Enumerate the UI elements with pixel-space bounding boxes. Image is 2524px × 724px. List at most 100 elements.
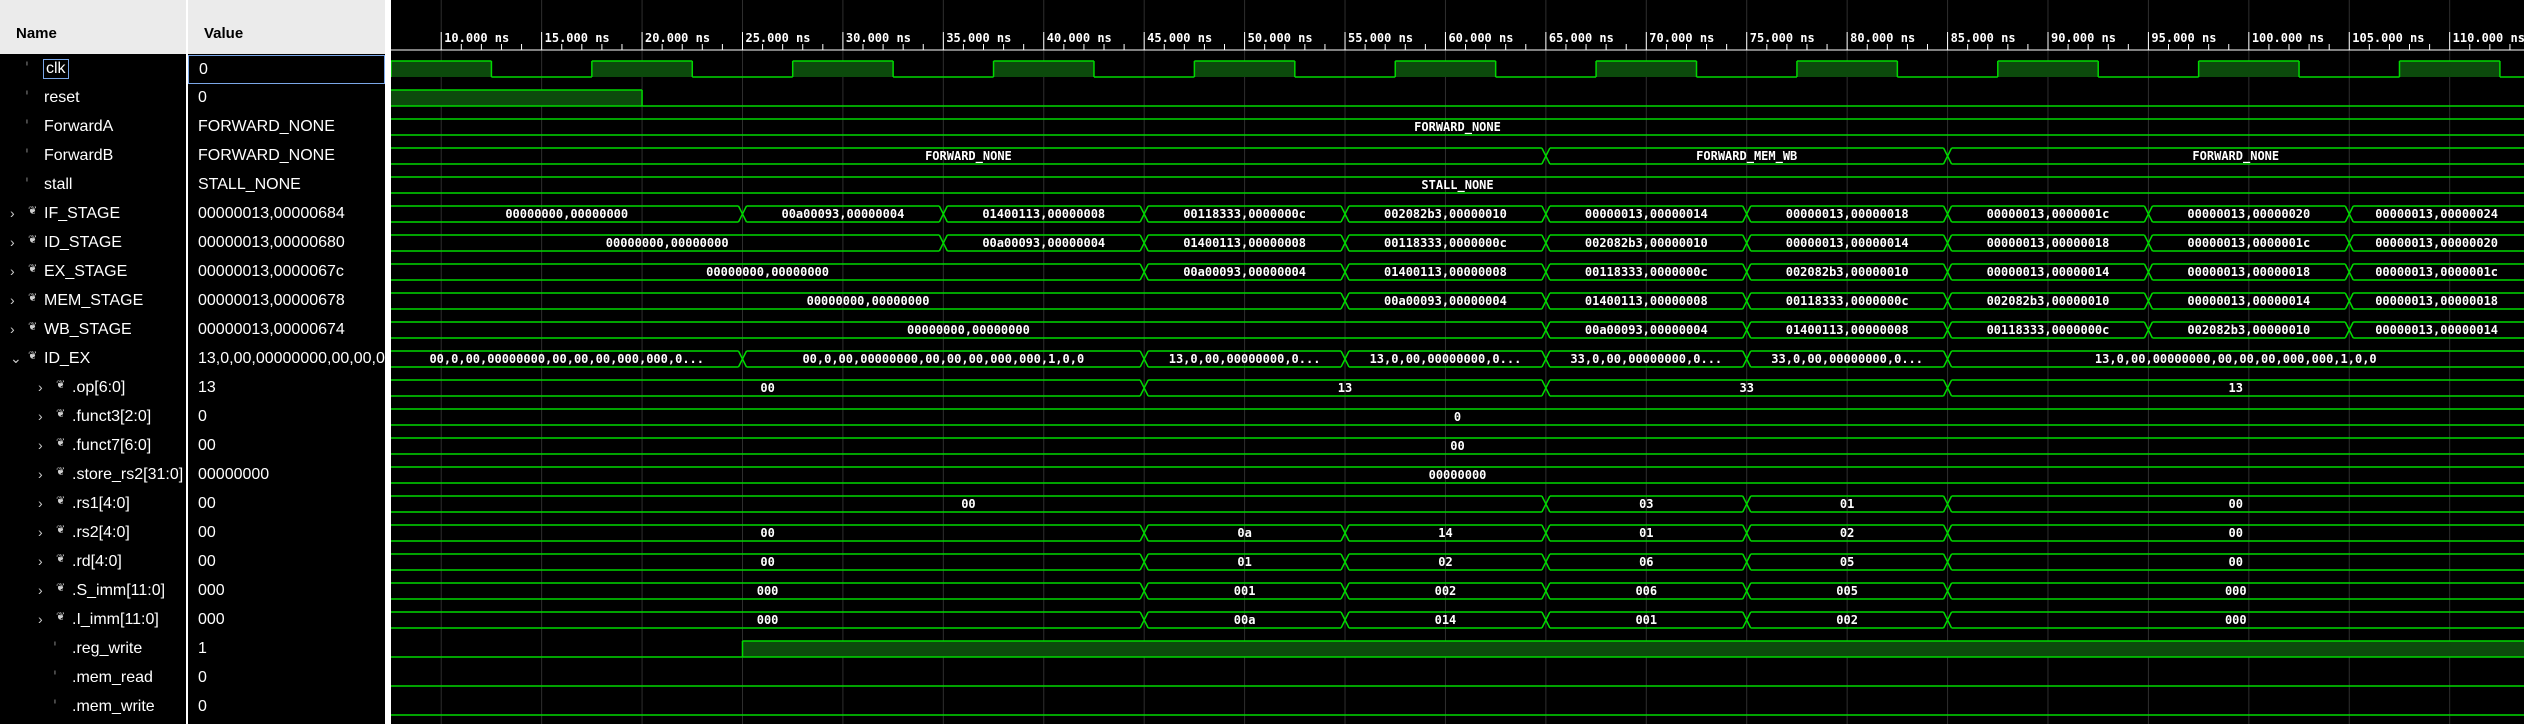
expand-chevron-icon[interactable]: ›	[38, 553, 43, 569]
signal-value-row[interactable]: 00000013,00000678	[188, 287, 385, 316]
signal-value-row[interactable]: 0	[188, 84, 385, 113]
signal-row-mem-stage[interactable]: › ❦ MEM_STAGE	[0, 287, 186, 316]
signal-row-rd-4-0[interactable]: › ❦ .rd[4:0]	[0, 548, 186, 577]
bus-value-label: 00	[760, 555, 774, 569]
signal-value-row[interactable]: 0	[188, 55, 385, 84]
signal-row-s-imm-11-0[interactable]: › ❦ .S_imm[11:0]	[0, 577, 186, 606]
signal-row-mem-read[interactable]: ⁱ .mem_read	[0, 664, 186, 693]
wave-op-6-0: 00 13 33 13	[391, 379, 2524, 397]
waveform-canvas[interactable]: 10.000 ns 15.000 ns 20.000 ns 25.000 ns 30.0…	[391, 0, 2524, 724]
signal-value: 00	[198, 524, 216, 541]
signal-value-row[interactable]: 00000013,00000684	[188, 200, 385, 229]
signal-value-row[interactable]: FORWARD_NONE	[188, 142, 385, 171]
bus-icon: ❦	[56, 495, 66, 507]
signal-row-clk[interactable]: ⁱ clk	[0, 55, 186, 84]
expand-chevron-icon[interactable]: ›	[38, 466, 43, 482]
signal-value-row[interactable]: 00	[188, 548, 385, 577]
wave-stall: STALL_NONE	[391, 176, 2524, 194]
expand-chevron-icon[interactable]: ›	[38, 408, 43, 424]
signal-row-forwarda[interactable]: ⁱ ForwardA	[0, 113, 186, 142]
signal-row-store-rs2-31-0[interactable]: › ❦ .store_rs2[31:0]	[0, 461, 186, 490]
clock-high-fill	[1395, 61, 1496, 77]
signal-value-row[interactable]: FORWARD_NONE	[188, 113, 385, 142]
bus-value-label: 002082b3,00000010	[1786, 265, 1909, 279]
collapse-chevron-icon[interactable]: ⌄	[10, 350, 22, 367]
signal-name: .S_imm[11:0]	[72, 582, 166, 599]
signal-value: 00000013,00000684	[198, 205, 345, 222]
signal-row-funct7-6-0[interactable]: › ❦ .funct7[6:0]	[0, 432, 186, 461]
wave-clk	[391, 60, 2524, 78]
waveform-view[interactable]: 10.000 ns 15.000 ns 20.000 ns 25.000 ns 30.0…	[391, 0, 2524, 724]
signal-name: .rd[4:0]	[72, 553, 122, 570]
signal-name: ForwardB	[44, 147, 114, 164]
signal-row-id-stage[interactable]: › ❦ ID_STAGE	[0, 229, 186, 258]
expand-chevron-icon[interactable]: ›	[38, 495, 43, 511]
signal-value: 00	[198, 495, 216, 512]
signal-row-id-ex[interactable]: ⌄ ❦ ID_EX	[0, 345, 186, 374]
signal-value-row[interactable]: 00	[188, 519, 385, 548]
signal-value-row[interactable]: STALL_NONE	[188, 171, 385, 200]
expand-chevron-icon[interactable]: ›	[38, 524, 43, 540]
signal-value-row[interactable]: 00000013,00000680	[188, 229, 385, 258]
bus-value-label: 002082b3,00000010	[2187, 323, 2310, 337]
signal-row-if-stage[interactable]: › ❦ IF_STAGE	[0, 200, 186, 229]
signal-row-reset[interactable]: ⁱ reset	[0, 84, 186, 113]
signal-row-mem-write[interactable]: ⁱ .mem_write	[0, 693, 186, 722]
signal-row-funct3-2-0[interactable]: › ❦ .funct3[2:0]	[0, 403, 186, 432]
signal-row-stall[interactable]: ⁱ stall	[0, 171, 186, 200]
signal-name: .op[6:0]	[72, 379, 126, 396]
value-column-header[interactable]: Value	[188, 0, 385, 54]
signal-value-row[interactable]: 000	[188, 606, 385, 635]
expand-chevron-icon[interactable]: ›	[10, 205, 15, 221]
wave-if-stage: 00000000,00000000 00a00093,00000004 014001…	[391, 205, 2524, 223]
signal-value-row[interactable]: 000	[188, 577, 385, 606]
signal-row-op-6-0[interactable]: › ❦ .op[6:0]	[0, 374, 186, 403]
bus-value-label: 00000013,00000014	[1987, 265, 2110, 279]
signal-row-ex-stage[interactable]: › ❦ EX_STAGE	[0, 258, 186, 287]
signal-value-row[interactable]: 00000013,00000674	[188, 316, 385, 345]
signal-row-rs2-4-0[interactable]: › ❦ .rs2[4:0]	[0, 519, 186, 548]
bus-value-label: 00a00093,00000004	[781, 207, 904, 221]
bus-value-label: 00a	[1234, 613, 1256, 627]
signal-value-row[interactable]: 0	[188, 693, 385, 722]
expand-chevron-icon[interactable]: ›	[10, 321, 15, 337]
signal-row-reg-write[interactable]: ⁱ .reg_write	[0, 635, 186, 664]
wave-i-imm-11-0: 000 00a 014 001 002 000	[391, 611, 2524, 629]
bus-value-label: 05	[1840, 555, 1854, 569]
bus-value-label: 00000013,00000018	[1987, 236, 2110, 250]
expand-chevron-icon[interactable]: ›	[38, 379, 43, 395]
expand-chevron-icon[interactable]: ›	[10, 234, 15, 250]
expand-chevron-icon[interactable]: ›	[38, 437, 43, 453]
signal-value-row[interactable]: 13	[188, 374, 385, 403]
signal-row-i-imm-11-0[interactable]: › ❦ .I_imm[11:0]	[0, 606, 186, 635]
bus-icon: ❦	[56, 379, 66, 391]
clock-high-fill	[2198, 61, 2300, 77]
signal-name-panel: Name ⁱ clk ⁱ reset ⁱ ForwardA ⁱ ForwardB ⁱ stall ›…	[0, 0, 186, 724]
bit-signal-icon: ⁱ	[54, 669, 56, 681]
signal-row-rs1-4-0[interactable]: › ❦ .rs1[4:0]	[0, 490, 186, 519]
signal-value-row[interactable]: 00	[188, 490, 385, 519]
bus-value-label: 00000013,00000020	[2375, 236, 2498, 250]
bus-value-label: FORWARD_MEM_WB	[1696, 149, 1797, 164]
signal-value-row[interactable]: 00	[188, 432, 385, 461]
expand-chevron-icon[interactable]: ›	[10, 263, 15, 279]
signal-row-wb-stage[interactable]: › ❦ WB_STAGE	[0, 316, 186, 345]
signal-value-row[interactable]: 1	[188, 635, 385, 664]
signal-value-row[interactable]: 0	[188, 403, 385, 432]
signal-name: .funct7[6:0]	[72, 437, 152, 454]
name-column-header[interactable]: Name	[0, 0, 186, 54]
signal-value-row[interactable]: 0	[188, 664, 385, 693]
signal-value-row[interactable]: 13,0,00,00000000,00,00,00,000,	[188, 345, 385, 374]
signal-row-forwardb[interactable]: ⁱ ForwardB	[0, 142, 186, 171]
expand-chevron-icon[interactable]: ›	[38, 611, 43, 627]
bus-value-label: 00000013,0000001c	[2187, 236, 2310, 250]
bus-value-label: 000	[757, 613, 779, 627]
signal-value-row[interactable]: 00000000	[188, 461, 385, 490]
bus-value-label: 01400113,00000008	[1585, 294, 1708, 308]
bus-value-label: 00	[760, 526, 774, 540]
signal-value-row[interactable]: 00000013,0000067c	[188, 258, 385, 287]
expand-chevron-icon[interactable]: ›	[38, 582, 43, 598]
signal-name: reset	[44, 89, 80, 106]
bus-value-label: 002082b3,00000010	[1987, 294, 2110, 308]
expand-chevron-icon[interactable]: ›	[10, 292, 15, 308]
